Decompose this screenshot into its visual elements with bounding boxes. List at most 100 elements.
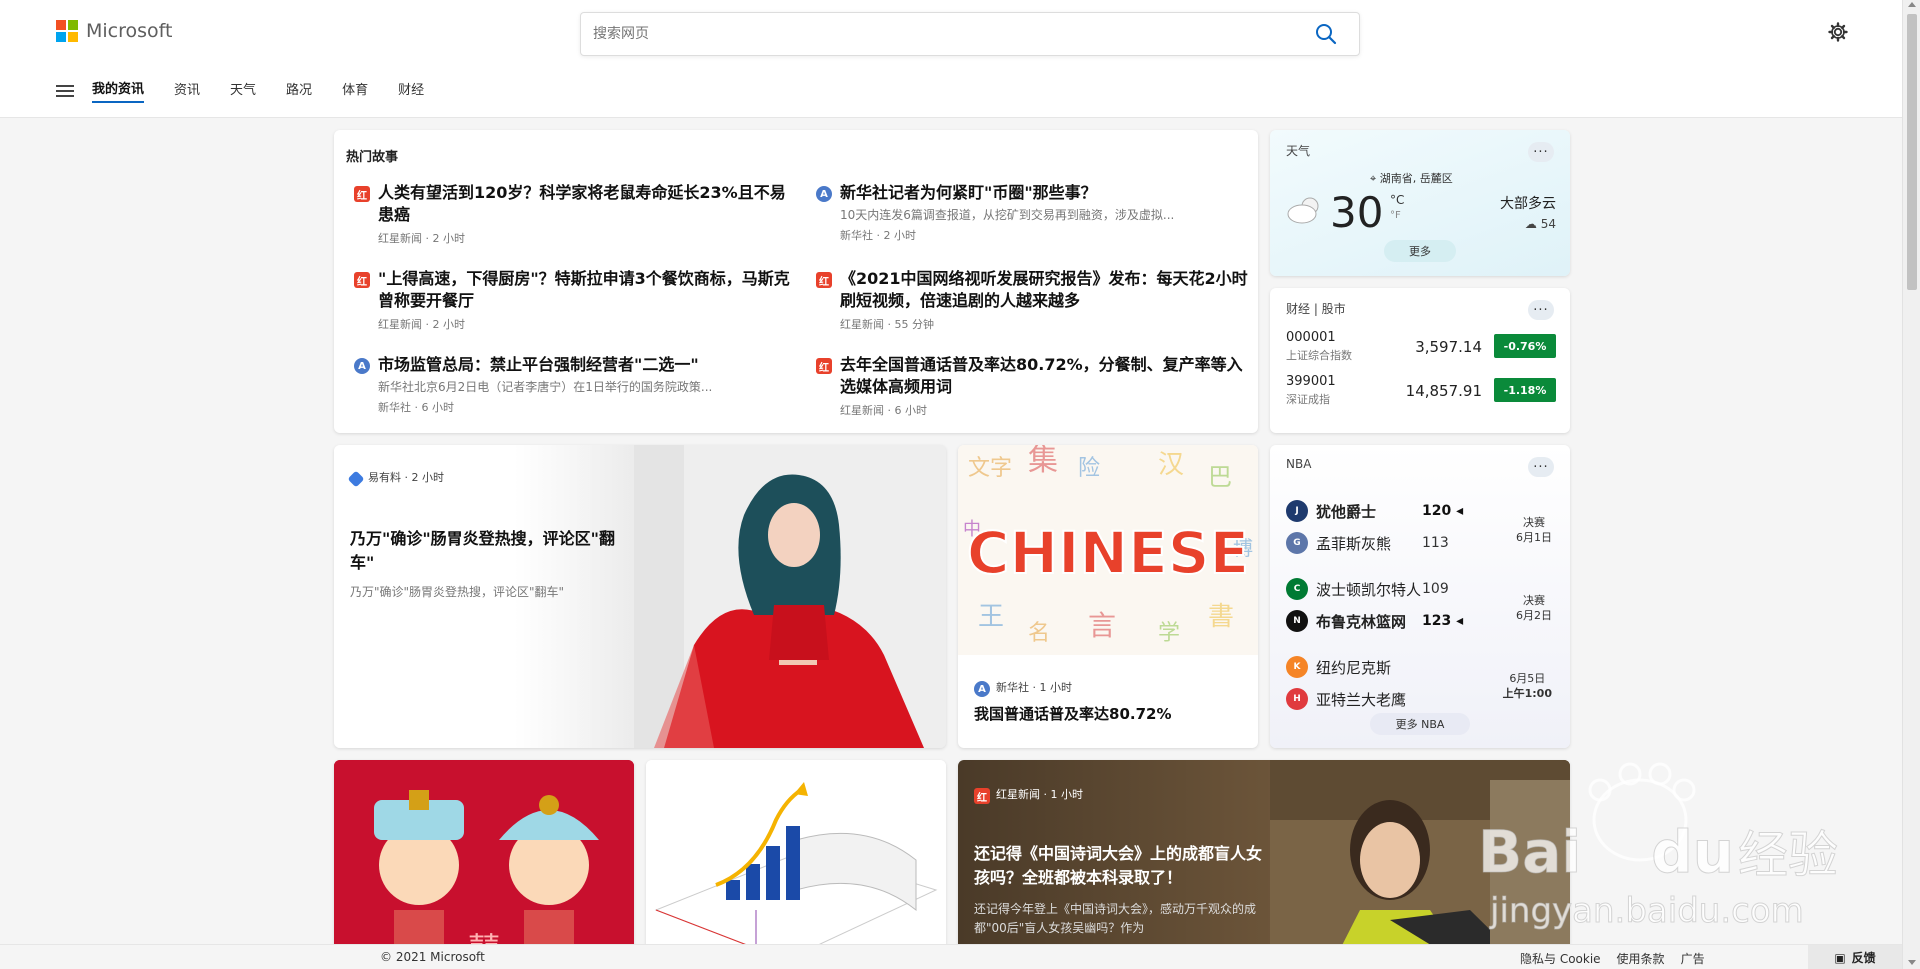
ads-link[interactable]: 广告 [1681,950,1705,967]
poet-photo [1270,760,1570,969]
feature-meta: 易有料 · 2 小时 [347,469,618,488]
chinese-article-card[interactable]: 文字 集 险 汉 巴 王 名 言 学 書 中 博 CHINESE A 新华社 ·… [958,445,1258,748]
tab-news[interactable]: 资讯 [174,79,200,102]
story-item[interactable]: 红 人类有望活到120岁？科学家将老鼠寿命延长23%且不易患癌 红星新闻 · 2… [354,182,794,256]
nets-logo-icon: N [1286,610,1308,632]
story-item[interactable]: A 新华社记者为何紧盯"币圈"那些事？ 10天内连发6篇调查报道，从挖矿到交易再… [816,182,1256,256]
story-item[interactable]: 红 "上得高速，下得厨房"？特斯拉申请3个餐饮商标，马斯克曾称要开餐厅 红星新闻… [354,268,794,342]
feature-summary: 乃万"确诊"肠胃炎登热搜，评论区"翻车" [350,585,565,599]
weather-condition: 大部多云 ☁ 54 [1500,196,1556,231]
xinhua-icon: A [974,681,990,697]
nba-more-button[interactable]: 更多 NBA [1370,713,1470,735]
svg-text:言: 言 [1088,609,1116,642]
red-star-news-icon: 红 [354,272,370,288]
grizzlies-logo-icon: G [1286,532,1308,554]
team-row[interactable]: C 波士顿凯尔特人 [1286,575,1486,603]
scrollbar-thumb[interactable] [1907,14,1917,290]
story-item[interactable]: A 市场监管总局：禁止平台强制经营者"二选一" 新华社北京6月2日电（记者李唐宁… [354,354,794,428]
top-stories-title: 热门故事 [346,150,399,165]
growth-illustration [646,760,946,969]
stock-row[interactable]: 399001 深证成指 14,857.91 -1.18% [1286,374,1556,414]
finance-label: 财经 | 股市 [1286,302,1346,316]
nba-label: NBA [1286,457,1312,471]
team-row[interactable]: H 亚特兰大老鹰 [1286,685,1486,713]
team-row[interactable]: K 纽约尼克斯 [1286,653,1486,681]
story-item[interactable]: 红 去年全国普通话普及率达80.72%，分餐制、复产率等入选媒体高频用词 红星新… [816,354,1256,428]
source-icon [347,470,365,488]
stock-value: 14,857.91 [1405,382,1482,400]
feature-article-card[interactable]: 易有料 · 2 小时 乃万"确诊"肠胃炎登热搜，评论区"翻车" 乃万"确诊"肠胃… [334,445,946,748]
svg-text:書: 書 [1208,602,1234,632]
svg-text:学: 学 [1158,621,1180,646]
stock-row[interactable]: 000001 上证综合指数 3,597.14 -0.76% [1286,330,1556,370]
story-headline[interactable]: 新华社记者为何紧盯"币圈"那些事？ [840,182,1240,204]
celtics-logo-icon: C [1286,578,1308,600]
more-options-icon[interactable]: ··· [1528,142,1554,162]
hawks-logo-icon: H [1286,688,1308,710]
more-options-icon[interactable]: ··· [1528,457,1554,477]
location-pin-icon: ⌖ [1370,172,1377,185]
svg-text:王: 王 [978,602,1004,632]
search-box [580,12,1360,56]
team-score: 120 ◂ [1422,503,1464,519]
search-icon[interactable] [1315,23,1337,49]
privacy-link[interactable]: 隐私与 Cookie [1520,950,1601,967]
more-options-icon[interactable]: ··· [1528,300,1554,320]
microsoft-logo[interactable]: Microsoft [56,20,172,42]
story-headline[interactable]: 人类有望活到120岁？科学家将老鼠寿命延长23%且不易患癌 [378,182,794,226]
chinese-meta: A 新华社 · 1 小时 [974,677,1072,697]
feedback-button[interactable]: ▣ 反馈 [1808,945,1902,969]
menu-icon[interactable] [56,84,74,97]
tab-sports[interactable]: 体育 [342,79,368,102]
story-headline[interactable]: 市场监管总局：禁止平台强制经营者"二选一" [378,354,778,376]
team-score: 109 [1422,581,1449,597]
svg-text:名: 名 [1028,621,1050,646]
aqi-icon: ☁ [1524,217,1537,231]
header: Microsoft 我的资讯 资讯 天气 路况 体育 财经 [0,0,1902,118]
scroll-down-icon[interactable] [1908,960,1916,965]
story-meta: 红星新闻 · 55 分钟 [840,318,934,331]
svg-text:巴: 巴 [1208,463,1232,491]
tab-traffic[interactable]: 路况 [286,79,312,102]
search-input[interactable] [581,13,1281,55]
story-headline[interactable]: 去年全国普通话普及率达80.72%，分餐制、复产率等入选媒体高频用词 [840,354,1256,398]
weather-label: 天气 [1286,144,1311,158]
svg-text:经验: 经验 [1738,826,1838,884]
poet-meta: 红 红星新闻 · 1 小时 [974,784,1083,804]
terms-link[interactable]: 使用条款 [1617,950,1665,967]
weather-more-button[interactable]: 更多 [1384,240,1456,262]
gear-icon[interactable] [1828,22,1848,46]
tab-weather[interactable]: 天气 [230,79,256,102]
poet-title[interactable]: 还记得《中国诗词大会》上的成都盲人女孩吗？全班都被本科录取了！ [974,842,1274,890]
weather-temperature: 30 [1330,188,1384,237]
story-meta: 新华社 · 6 小时 [378,401,454,414]
team-score: 123 ◂ [1422,613,1464,629]
wedding-image-card[interactable]: 囍 [334,760,634,969]
stock-change-badge: -1.18% [1494,378,1556,402]
poet-summary: 还记得今年登上《中国诗词大会》，感动万千观众的成都"00后"盲人女孩吴幽吗？作为 [974,902,1257,935]
chinese-title[interactable]: 我国普通话普及率达80.72% [974,703,1171,724]
page-scrollbar[interactable] [1902,0,1920,969]
brand-name: Microsoft [86,20,173,42]
story-summary: 新华社北京6月2日电（记者李唐宁）在1日举行的国务院政策... [378,380,713,394]
feature-photo [634,445,946,748]
weather-card[interactable]: 天气 ··· ⌖ 湖南省, 岳麓区 30 °C °F 大部多云 ☁ 54 更多 [1270,130,1570,276]
tab-my-feed[interactable]: 我的资讯 [92,78,145,103]
team-row[interactable]: G 孟菲斯灰熊 [1286,529,1486,557]
game-info: 6月5日 上午1:00 [1502,672,1552,700]
story-headline[interactable]: 《2021中国网络视听发展研究报告》发布：每天花2小时刷短视频，倍速追剧的人越来… [840,268,1256,312]
temperature-unit-toggle[interactable]: °C °F [1390,192,1404,224]
tab-finance[interactable]: 财经 [398,79,424,102]
story-item[interactable]: 红 《2021中国网络视听发展研究报告》发布：每天花2小时刷短视频，倍速追剧的人… [816,268,1256,342]
poet-article-card[interactable]: 红 红星新闻 · 1 小时 还记得《中国诗词大会》上的成都盲人女孩吗？全班都被本… [958,760,1570,969]
red-star-news-icon: 红 [816,272,832,288]
story-headline[interactable]: "上得高速，下得厨房"？特斯拉申请3个餐饮商标，马斯克曾称要开餐厅 [378,268,794,312]
story-summary: 10天内连发6篇调查报道，从挖矿到交易再到融资，涉及虚拟... [840,208,1175,222]
red-star-news-icon: 红 [974,788,990,804]
growth-chart-image-card[interactable] [646,760,946,969]
scroll-up-icon[interactable] [1908,2,1916,7]
weather-location[interactable]: ⌖ 湖南省, 岳麓区 [1370,170,1453,186]
copyright: © 2021 Microsoft [380,950,485,964]
story-meta: 红星新闻 · 6 小时 [840,404,927,417]
feature-title[interactable]: 乃万"确诊"肠胃炎登热搜，评论区"翻车" [350,527,620,575]
